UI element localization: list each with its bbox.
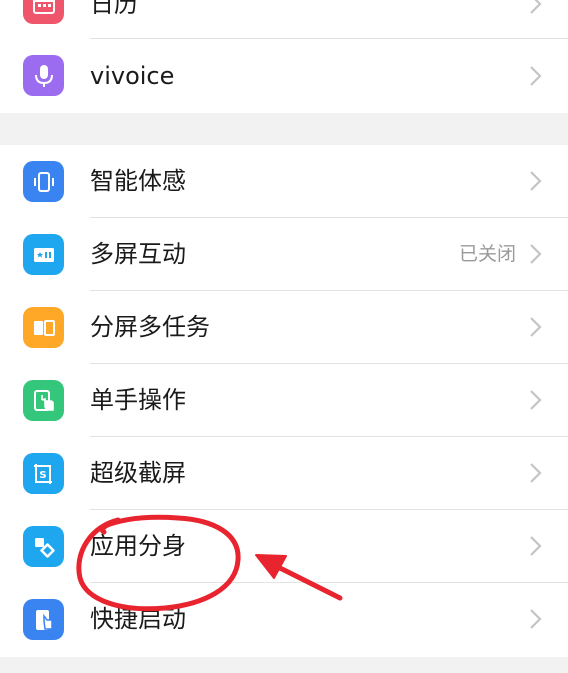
settings-row-multi-screen[interactable]: 多屏互动 已关闭 [0,218,568,290]
settings-row-one-hand[interactable]: 单手操作 [0,364,568,436]
chevron-right-icon [530,66,542,86]
settings-row-label: 多屏互动 [90,240,186,268]
chevron-right-icon [530,0,542,14]
settings-row-label: 分屏多任务 [90,313,210,341]
chevron-right-icon [530,609,542,629]
settings-screen: 日历 vivoice 智能体感 多屏互动 已关闭 分屏多任务 单手操作 S 超级… [0,0,568,673]
chevron-right-icon [530,317,542,337]
settings-row-quick-launch[interactable]: 快捷启动 [0,583,568,655]
settings-row-label: 智能体感 [90,167,186,195]
row-divider [90,38,568,39]
one-hand-icon [23,380,64,421]
chevron-right-icon [530,463,542,483]
settings-row-label: 超级截屏 [90,459,186,487]
settings-group-top: 日历 vivoice [0,0,568,113]
settings-row-split-screen[interactable]: 分屏多任务 [0,291,568,363]
settings-row-label: 快捷启动 [90,605,186,633]
phone-motion-icon [23,161,64,202]
settings-row-smart-motion[interactable]: 智能体感 [0,145,568,217]
microphone-icon [23,55,64,96]
settings-row-calendar[interactable]: 日历 [0,0,568,40]
settings-row-vivoice[interactable]: vivoice [0,40,568,112]
quick-launch-icon [23,599,64,640]
split-screen-icon [23,307,64,348]
app-clone-icon [23,526,64,567]
svg-text:S: S [39,470,46,481]
settings-row-label: 应用分身 [90,532,186,560]
settings-row-label: vivoice [90,62,175,90]
chevron-right-icon [530,536,542,556]
screenshot-icon: S [23,453,64,494]
screen-cast-icon [23,234,64,275]
chevron-right-icon [530,171,542,191]
settings-group-main: 智能体感 多屏互动 已关闭 分屏多任务 单手操作 S 超级截屏 应用分身 快捷启… [0,145,568,657]
chevron-right-icon [530,244,542,264]
settings-row-super-screenshot[interactable]: S 超级截屏 [0,437,568,509]
chevron-right-icon [530,390,542,410]
status-value: 已关闭 [458,243,516,265]
calendar-icon [23,0,64,24]
settings-row-label: 日历 [90,0,138,18]
settings-row-label: 单手操作 [90,386,186,414]
settings-row-app-clone[interactable]: 应用分身 [0,510,568,582]
